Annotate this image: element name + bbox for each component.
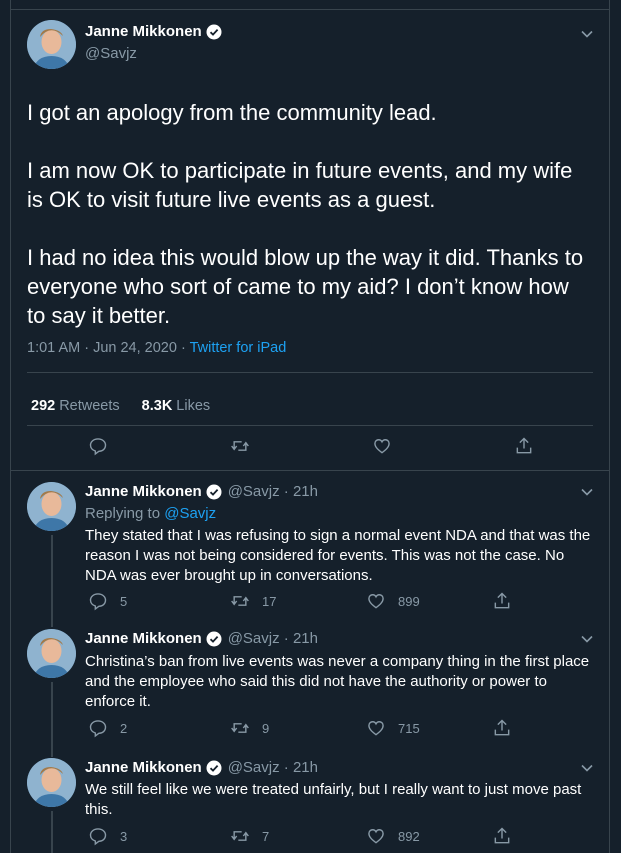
author-row: Janne Mikkonen (85, 23, 222, 40)
reply-button[interactable]: 2 (88, 718, 127, 738)
like-button[interactable]: 892 (366, 826, 420, 846)
timeline-column: Janne Mikkonen @Savjz I got an apology f… (10, 0, 610, 853)
thread-line (51, 682, 53, 747)
reply-icon (89, 828, 107, 846)
verified-icon (206, 24, 222, 39)
reply-icon (89, 593, 107, 611)
like-button[interactable]: 899 (366, 591, 420, 611)
author-name[interactable]: Janne Mikkonen (85, 630, 202, 647)
retweets-count: 292 (31, 398, 56, 414)
retweet-button[interactable] (230, 436, 262, 456)
retweet-count: 17 (262, 593, 277, 609)
retweet-icon (231, 441, 249, 451)
like-icon (368, 594, 384, 609)
reply-icon (89, 438, 107, 456)
like-icon (368, 721, 384, 736)
avatar[interactable] (27, 758, 76, 807)
like-count: 715 (398, 720, 420, 736)
tweet-stats: 292 Retweets 8.3K Likes (31, 398, 210, 414)
replying-to-link[interactable]: @Savjz (164, 505, 216, 522)
retweets-label: Retweets (59, 398, 120, 414)
tweet-text: I got an apology from the community lead… (27, 98, 587, 359)
reply-count: 3 (120, 828, 128, 844)
tweet-paragraph: I am now OK to participate in future eve… (27, 158, 573, 212)
share-icon (494, 719, 510, 736)
retweet-button[interactable]: 7 (230, 826, 269, 846)
author-name[interactable]: Janne Mikkonen (85, 759, 202, 776)
thread-line (51, 617, 53, 627)
thread-line (51, 811, 53, 853)
likes-stat[interactable]: 8.3K Likes (142, 398, 211, 414)
likes-label: Likes (176, 398, 211, 414)
author-row: Janne Mikkonen @Savjz · 21h (85, 630, 318, 647)
retweet-button[interactable]: 17 (230, 591, 276, 611)
tweet-source-link[interactable]: Twitter for iPad (190, 340, 287, 356)
retweet-button[interactable]: 9 (230, 718, 269, 738)
author-handle-row: @Savjz (85, 45, 137, 62)
retweet-count: 7 (262, 828, 270, 844)
likes-count: 8.3K (141, 398, 173, 414)
divider (27, 425, 593, 426)
reply-tweet[interactable]: Janne Mikkonen @Savjz · 21h Replying to … (11, 471, 609, 617)
chevron-down-icon[interactable] (579, 760, 595, 776)
reply-text: They stated that I was refusing to sign … (85, 527, 591, 584)
author-handle-time[interactable]: @Savjz · 21h (228, 483, 318, 500)
tweet-timestamp[interactable]: 1:01 AM · Jun 24, 2020 · (27, 340, 190, 356)
share-button[interactable] (492, 591, 524, 611)
reply-button[interactable] (88, 436, 120, 456)
like-icon (374, 439, 390, 454)
author-name[interactable]: Janne Mikkonen (85, 23, 202, 40)
share-icon (516, 437, 532, 454)
divider (27, 372, 593, 373)
chevron-down-icon[interactable] (579, 26, 595, 42)
author-name[interactable]: Janne Mikkonen (85, 483, 202, 500)
replying-to: Replying to @Savjz (85, 505, 216, 522)
reply-button[interactable]: 3 (88, 826, 127, 846)
share-icon (494, 827, 510, 844)
reply-button[interactable]: 5 (88, 591, 127, 611)
tweet-meta: 1:01 AM · Jun 24, 2020 · Twitter for iPa… (27, 340, 286, 356)
retweet-count: 9 (262, 720, 270, 736)
chevron-down-icon[interactable] (579, 484, 595, 500)
author-handle[interactable]: @Savjz (85, 45, 137, 62)
like-count: 892 (398, 828, 420, 844)
avatar[interactable] (27, 20, 76, 69)
like-icon (368, 829, 384, 844)
author-row: Janne Mikkonen @Savjz · 21h (85, 483, 318, 500)
tweet-paragraph: I had no idea this would blow up the way… (27, 245, 584, 328)
share-icon (494, 592, 510, 609)
reply-count: 5 (120, 593, 128, 609)
reply-tweet[interactable]: Janne Mikkonen @Savjz · 21h We still fee… (11, 747, 609, 853)
reply-text: Christina’s ban from live events was nev… (85, 653, 590, 710)
verified-icon (206, 631, 222, 646)
share-button[interactable] (492, 718, 524, 738)
retweet-icon (231, 723, 249, 733)
retweet-icon (231, 831, 249, 841)
share-button[interactable] (492, 826, 524, 846)
chevron-down-icon[interactable] (579, 631, 595, 647)
author-handle-time[interactable]: @Savjz · 21h (228, 759, 318, 776)
verified-icon (206, 484, 222, 499)
tweet-paragraph: I got an apology from the community lead… (27, 100, 437, 125)
author-row: Janne Mikkonen @Savjz · 21h (85, 759, 318, 776)
retweets-stat[interactable]: 292 Retweets (31, 398, 120, 414)
share-button[interactable] (514, 436, 546, 456)
main-tweet: Janne Mikkonen @Savjz I got an apology f… (11, 10, 609, 471)
like-count: 899 (398, 593, 420, 609)
reply-text: We still feel like we were treated unfai… (85, 781, 582, 818)
verified-icon (206, 760, 222, 775)
avatar[interactable] (27, 629, 76, 678)
thread-line (51, 747, 53, 757)
reply-tweet[interactable]: Janne Mikkonen @Savjz · 21h Christina’s … (11, 617, 609, 747)
author-handle-time[interactable]: @Savjz · 21h (228, 630, 318, 647)
retweet-icon (231, 596, 249, 606)
like-button[interactable]: 715 (366, 718, 420, 738)
thread-line (51, 535, 53, 617)
reply-count: 2 (120, 720, 128, 736)
avatar[interactable] (27, 482, 76, 531)
like-button[interactable] (372, 436, 404, 456)
replying-prefix: Replying to (85, 505, 165, 522)
reply-icon (89, 720, 107, 738)
